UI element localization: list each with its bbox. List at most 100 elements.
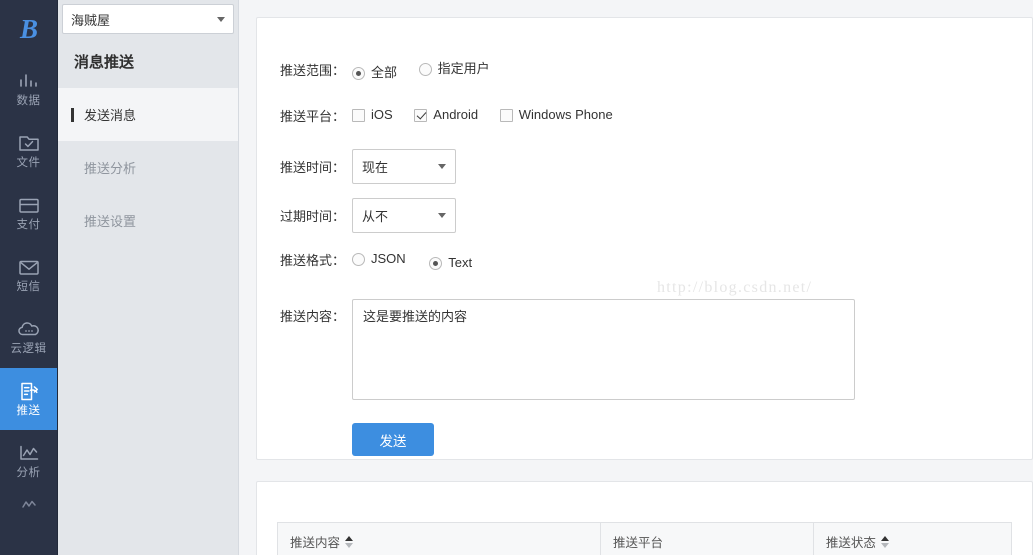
radio-label: 全部 — [371, 65, 398, 80]
expire-time-label: 过期时间： — [279, 209, 345, 224]
sidebar-item-push-analytics[interactable]: 推送分析 — [58, 141, 238, 194]
envelope-icon — [17, 256, 41, 278]
checkbox-platform-windows-phone[interactable]: Windows Phone — [499, 105, 613, 125]
rail-item-label: 推送 — [16, 405, 41, 417]
form-row-actions: 发送 — [257, 423, 1032, 456]
section-title: 消息推送 — [74, 54, 135, 71]
radio-format-json[interactable]: JSON — [352, 249, 406, 269]
radio-scope-all[interactable]: 全部 — [352, 63, 397, 83]
radio-icon — [418, 62, 432, 76]
chevron-down-icon — [438, 164, 446, 169]
push-message-form-panel: 推送范围： 全部 指定用户 推送平台： iOS Android Windows … — [256, 17, 1033, 460]
rail-item-label: 分析 — [16, 467, 41, 479]
main-content: 推送范围： 全部 指定用户 推送平台： iOS Android Windows … — [239, 0, 1033, 555]
form-row-scope: 推送范围： 全部 指定用户 — [257, 59, 1032, 83]
rail-item-files[interactable]: 文件 — [0, 120, 57, 182]
sort-icon[interactable] — [880, 535, 889, 548]
send-time-field: 现在 — [352, 149, 1032, 184]
form-row-content: 推送内容： — [257, 299, 1032, 403]
rail-item-payment[interactable]: 支付 — [0, 182, 57, 244]
credit-card-icon — [17, 194, 41, 216]
send-time-value: 现在 — [362, 160, 389, 175]
push-document-icon — [17, 380, 41, 402]
primary-icon-rail: B 数据 文件 支付 短信 云逻辑 推送 分析 — [0, 0, 58, 555]
checkbox-icon — [352, 108, 365, 122]
form-row-send-time: 推送时间： 现在 — [257, 149, 1032, 184]
push-content-textarea[interactable] — [352, 299, 855, 400]
rail-item-label: 短信 — [16, 281, 41, 293]
scope-options: 全部 指定用户 — [352, 59, 1032, 83]
radio-label: 指定用户 — [437, 61, 490, 76]
platform-label: 推送平台： — [279, 109, 345, 124]
cloud-icon — [17, 318, 41, 340]
rail-item-label: 云逻辑 — [10, 343, 47, 355]
checkbox-icon — [414, 108, 428, 122]
line-chart-icon — [17, 442, 41, 464]
table-col-content[interactable]: 推送内容 — [277, 522, 601, 555]
radio-label: JSON — [371, 251, 406, 266]
sidebar-item-label: 推送分析 — [84, 161, 137, 176]
radio-scope-specific-users[interactable]: 指定用户 — [418, 59, 490, 79]
sidebar-item-send-message[interactable]: 发送消息 — [58, 88, 238, 141]
folder-check-icon — [17, 132, 41, 154]
chevron-down-icon — [438, 213, 446, 218]
form-row-format: 推送格式： JSON Text — [257, 249, 1032, 273]
radio-icon — [429, 256, 443, 270]
rail-item-label: 文件 — [16, 157, 41, 169]
chart-partial-icon — [17, 496, 41, 512]
rail-item-analytics[interactable]: 分析 — [0, 430, 57, 492]
table-col-label: 推送状态 — [825, 536, 876, 550]
actions-spacer — [257, 423, 352, 425]
table-col-platform[interactable]: 推送平台 — [599, 522, 814, 555]
content-field — [352, 299, 1032, 403]
org-selector[interactable]: 海贼屋 — [62, 4, 234, 34]
rail-item-overflow[interactable] — [0, 492, 57, 512]
checkbox-label: Windows Phone — [518, 107, 613, 122]
radio-label: Text — [448, 255, 473, 270]
format-options: JSON Text — [352, 249, 1032, 273]
app-root: B 数据 文件 支付 短信 云逻辑 推送 分析 海贼屋 消息推送 发送消息 推送… — [0, 0, 1033, 555]
checkbox-platform-ios[interactable]: iOS — [352, 105, 393, 125]
secondary-sidebar: 海贼屋 消息推送 发送消息 推送分析 推送设置 — [58, 0, 239, 555]
table-col-label: 推送内容 — [290, 536, 341, 550]
table-col-status[interactable]: 推送状态 — [812, 522, 1013, 555]
expire-time-field: 从不 — [352, 198, 1032, 233]
expire-time-select[interactable]: 从不 — [352, 198, 456, 233]
form-row-platform: 推送平台： iOS Android Windows Phone — [257, 105, 1032, 127]
rail-item-cloud-logic[interactable]: 云逻辑 — [0, 306, 57, 368]
form-row-expire-time: 过期时间： 从不 — [257, 198, 1032, 233]
actions-field: 发送 — [352, 423, 1032, 456]
send-time-select[interactable]: 现在 — [352, 149, 456, 184]
push-history-panel: 推送内容 推送平台 推送状态 — [256, 481, 1033, 555]
sidebar-item-push-settings[interactable]: 推送设置 — [58, 194, 238, 247]
rail-item-data[interactable]: 数据 — [0, 58, 57, 120]
radio-icon — [352, 252, 365, 266]
checkbox-icon — [499, 108, 513, 122]
rail-item-sms[interactable]: 短信 — [0, 244, 57, 306]
sidebar-item-label: 发送消息 — [84, 108, 137, 123]
rail-item-label: 数据 — [16, 95, 41, 107]
rail-item-push[interactable]: 推送 — [0, 368, 57, 430]
app-logo[interactable]: B — [0, 0, 57, 58]
content-label: 推送内容： — [279, 309, 345, 324]
org-selector-value: 海贼屋 — [71, 12, 111, 28]
send-button[interactable]: 发送 — [352, 423, 434, 456]
table-col-label: 推送平台 — [612, 536, 663, 550]
checkbox-label: iOS — [371, 107, 393, 122]
radio-icon — [352, 66, 365, 80]
rail-item-label: 支付 — [16, 219, 41, 231]
sidebar-item-label: 推送设置 — [84, 214, 137, 229]
table-header-row: 推送内容 推送平台 推送状态 — [277, 522, 1013, 555]
sort-icon[interactable] — [345, 535, 354, 548]
checkbox-label: Android — [433, 107, 479, 122]
push-history-table: 推送内容 推送平台 推送状态 — [277, 522, 1013, 555]
table-head: 推送内容 推送平台 推送状态 — [277, 522, 1013, 555]
send-time-label: 推送时间： — [279, 160, 345, 175]
scope-label: 推送范围： — [279, 63, 345, 78]
radio-format-text[interactable]: Text — [429, 253, 472, 273]
platform-options: iOS Android Windows Phone — [352, 105, 1032, 125]
expire-time-value: 从不 — [362, 209, 389, 224]
bar-chart-icon — [17, 70, 41, 92]
chevron-down-icon — [217, 16, 225, 22]
checkbox-platform-android[interactable]: Android — [414, 105, 478, 125]
